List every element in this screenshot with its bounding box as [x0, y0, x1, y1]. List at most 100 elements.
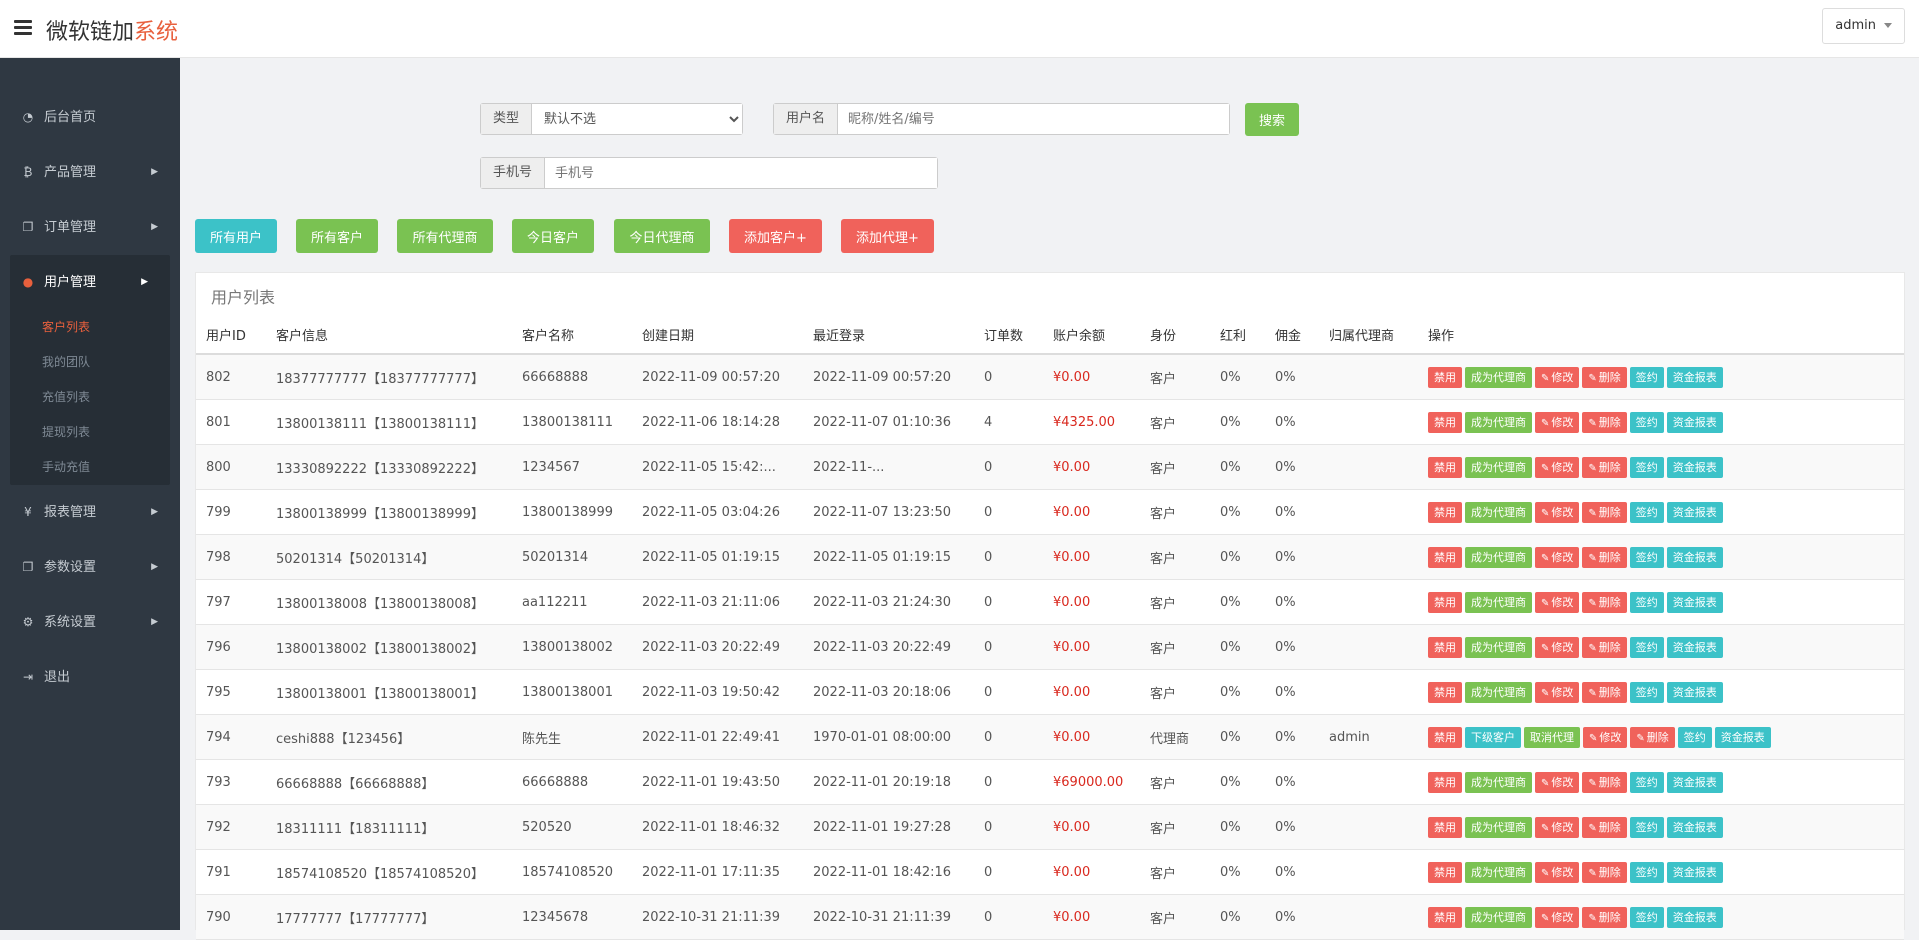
fund-report-button[interactable]: 资金报表: [1666, 456, 1723, 478]
delete-button[interactable]: ✎ 删除: [1582, 816, 1627, 838]
disable-button[interactable]: 禁用: [1428, 816, 1462, 838]
search-button[interactable]: 搜索: [1245, 103, 1299, 136]
delete-button[interactable]: ✎ 删除: [1582, 501, 1627, 523]
delete-button[interactable]: ✎ 删除: [1582, 411, 1627, 433]
all-agents-button[interactable]: 所有代理商: [397, 219, 493, 253]
today-agents-button[interactable]: 今日代理商: [614, 219, 710, 253]
delete-button[interactable]: ✎ 删除: [1630, 726, 1675, 748]
sidebar-sub-recharge-list[interactable]: 充值列表: [10, 380, 170, 415]
edit-button[interactable]: ✎ 修改: [1535, 456, 1580, 478]
fund-report-button[interactable]: 资金报表: [1666, 501, 1723, 523]
fund-report-button[interactable]: 资金报表: [1666, 816, 1723, 838]
sign-button[interactable]: 签约: [1629, 591, 1664, 613]
fund-report-button[interactable]: 资金报表: [1666, 546, 1723, 568]
sign-button[interactable]: 签约: [1629, 411, 1664, 433]
edit-button[interactable]: ✎ 修改: [1535, 906, 1580, 928]
sidebar-item-reports[interactable]: ¥ 报表管理 ▶: [0, 485, 180, 540]
make-agent-button[interactable]: 成为代理商: [1465, 861, 1532, 883]
all-users-button[interactable]: 所有用户: [195, 219, 277, 253]
menu-toggle-icon[interactable]: [14, 20, 32, 36]
delete-button[interactable]: ✎ 删除: [1582, 681, 1627, 703]
make-agent-button[interactable]: 成为代理商: [1465, 411, 1532, 433]
sidebar-sub-customer-list[interactable]: 客户列表: [10, 310, 170, 345]
make-agent-button[interactable]: 成为代理商: [1465, 591, 1532, 613]
delete-button[interactable]: ✎ 删除: [1582, 456, 1627, 478]
fund-report-button[interactable]: 资金报表: [1666, 906, 1723, 928]
make-agent-button[interactable]: 成为代理商: [1465, 681, 1532, 703]
edit-button[interactable]: ✎ 修改: [1535, 636, 1580, 658]
make-agent-button[interactable]: 成为代理商: [1465, 501, 1532, 523]
fund-report-button[interactable]: 资金报表: [1666, 591, 1723, 613]
today-customers-button[interactable]: 今日客户: [512, 219, 594, 253]
sign-button[interactable]: 签约: [1629, 501, 1664, 523]
sign-button[interactable]: 签约: [1629, 816, 1664, 838]
disable-button[interactable]: 禁用: [1428, 771, 1462, 793]
sidebar-item-orders[interactable]: ❐ 订单管理 ▶: [0, 200, 180, 255]
disable-button[interactable]: 禁用: [1428, 861, 1462, 883]
sign-button[interactable]: 签约: [1629, 636, 1664, 658]
fund-report-button[interactable]: 资金报表: [1666, 636, 1723, 658]
all-customers-button[interactable]: 所有客户: [296, 219, 378, 253]
sidebar-item-logout[interactable]: ⇥ 退出: [0, 650, 180, 705]
delete-button[interactable]: ✎ 删除: [1582, 546, 1627, 568]
add-customer-button[interactable]: 添加客户+: [729, 219, 822, 253]
sign-button[interactable]: 签约: [1629, 546, 1664, 568]
fund-report-button[interactable]: 资金报表: [1666, 681, 1723, 703]
make-agent-button[interactable]: 成为代理商: [1465, 546, 1532, 568]
make-agent-button[interactable]: 成为代理商: [1465, 456, 1532, 478]
delete-button[interactable]: ✎ 删除: [1582, 636, 1627, 658]
sidebar-item-system[interactable]: ⚙ 系统设置 ▶: [0, 595, 180, 650]
edit-button[interactable]: ✎ 修改: [1535, 771, 1580, 793]
add-agent-button[interactable]: 添加代理+: [841, 219, 934, 253]
make-agent-button[interactable]: 成为代理商: [1465, 816, 1532, 838]
fund-report-button[interactable]: 资金报表: [1666, 861, 1723, 883]
edit-button[interactable]: ✎ 修改: [1535, 546, 1580, 568]
sign-button[interactable]: 签约: [1629, 366, 1664, 388]
sidebar-sub-manual-recharge[interactable]: 手动充值: [10, 450, 170, 485]
disable-button[interactable]: 禁用: [1428, 726, 1462, 748]
sign-button[interactable]: 签约: [1677, 726, 1712, 748]
sidebar-item-users[interactable]: ● 用户管理 ▶: [10, 255, 170, 310]
delete-button[interactable]: ✎ 删除: [1582, 591, 1627, 613]
edit-button[interactable]: ✎ 修改: [1535, 591, 1580, 613]
disable-button[interactable]: 禁用: [1428, 591, 1462, 613]
type-select[interactable]: 默认不选: [532, 104, 742, 134]
delete-button[interactable]: ✎ 删除: [1582, 771, 1627, 793]
edit-button[interactable]: ✎ 修改: [1535, 411, 1580, 433]
username-input[interactable]: [838, 104, 1229, 134]
sidebar-sub-withdraw-list[interactable]: 提现列表: [10, 415, 170, 450]
sidebar-item-products[interactable]: ₿ 产品管理 ▶: [0, 145, 180, 200]
disable-button[interactable]: 禁用: [1428, 546, 1462, 568]
fund-report-button[interactable]: 资金报表: [1666, 411, 1723, 433]
sidebar-item-home[interactable]: ◔ 后台首页: [0, 90, 180, 145]
make-agent-button[interactable]: 成为代理商: [1465, 366, 1532, 388]
sign-button[interactable]: 签约: [1629, 771, 1664, 793]
edit-button[interactable]: ✎ 修改: [1535, 681, 1580, 703]
disable-button[interactable]: 禁用: [1428, 501, 1462, 523]
edit-button[interactable]: ✎ 修改: [1535, 816, 1580, 838]
sidebar-item-params[interactable]: ❐ 参数设置 ▶: [0, 540, 180, 595]
sign-button[interactable]: 签约: [1629, 681, 1664, 703]
disable-button[interactable]: 禁用: [1428, 681, 1462, 703]
disable-button[interactable]: 禁用: [1428, 906, 1462, 928]
delete-button[interactable]: ✎ 删除: [1582, 366, 1627, 388]
disable-button[interactable]: 禁用: [1428, 636, 1462, 658]
sidebar-sub-my-team[interactable]: 我的团队: [10, 345, 170, 380]
cancel-agent-button[interactable]: 取消代理: [1524, 726, 1580, 748]
fund-report-button[interactable]: 资金报表: [1666, 771, 1723, 793]
edit-button[interactable]: ✎ 修改: [1583, 726, 1628, 748]
sign-button[interactable]: 签约: [1629, 861, 1664, 883]
make-agent-button[interactable]: 成为代理商: [1465, 771, 1532, 793]
disable-button[interactable]: 禁用: [1428, 366, 1462, 388]
edit-button[interactable]: ✎ 修改: [1535, 501, 1580, 523]
sub-customers-button[interactable]: 下级客户: [1465, 726, 1521, 748]
delete-button[interactable]: ✎ 删除: [1582, 861, 1627, 883]
make-agent-button[interactable]: 成为代理商: [1465, 636, 1532, 658]
edit-button[interactable]: ✎ 修改: [1535, 861, 1580, 883]
make-agent-button[interactable]: 成为代理商: [1465, 906, 1532, 928]
delete-button[interactable]: ✎ 删除: [1582, 906, 1627, 928]
phone-input[interactable]: [545, 158, 937, 188]
user-menu-dropdown[interactable]: admin: [1822, 8, 1905, 44]
sign-button[interactable]: 签约: [1629, 906, 1664, 928]
sign-button[interactable]: 签约: [1629, 456, 1664, 478]
